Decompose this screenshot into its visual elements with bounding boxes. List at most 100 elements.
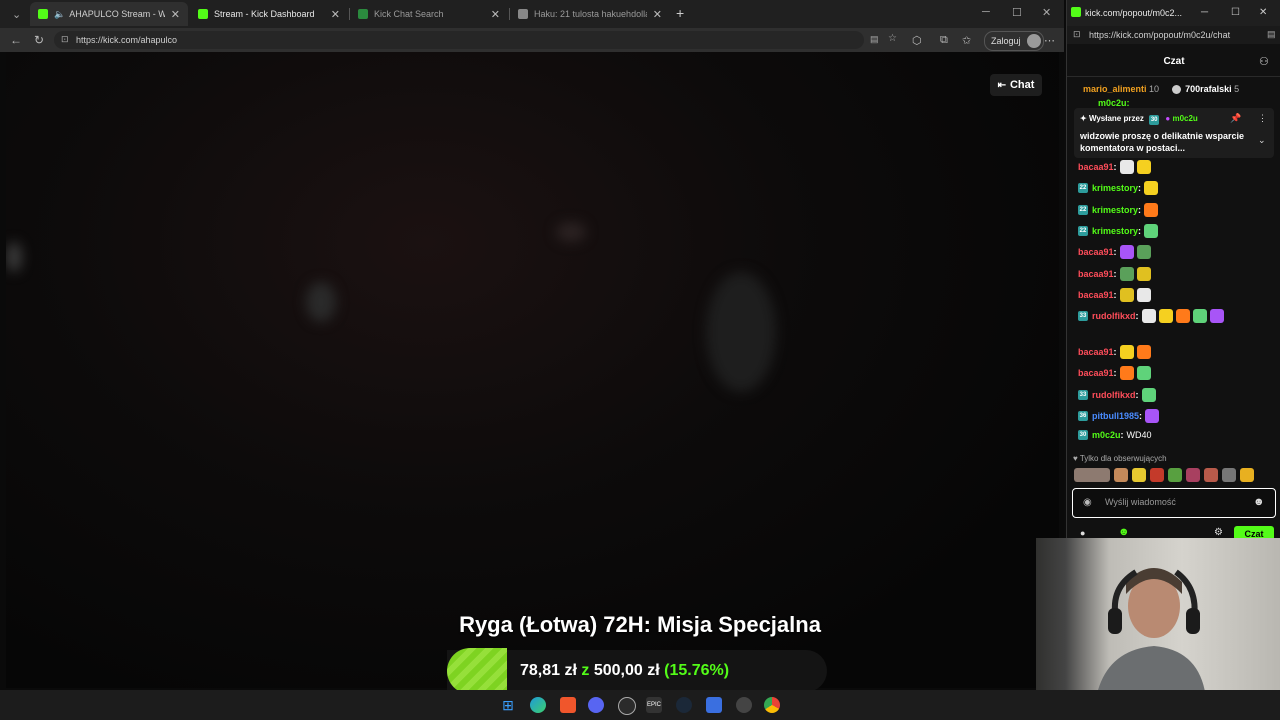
chat-username[interactable]: bacaa91 bbox=[1078, 247, 1114, 257]
chat-username[interactable]: bacaa91 bbox=[1078, 269, 1114, 279]
minimize-icon[interactable]: ─ bbox=[982, 6, 990, 18]
kick-points-icon[interactable]: ☻ bbox=[1118, 526, 1130, 538]
leaderboard-name[interactable]: mario_alimenti bbox=[1083, 84, 1147, 94]
close-window-icon[interactable]: ✕ bbox=[1042, 6, 1051, 19]
chat-username[interactable]: pitbull1985 bbox=[1092, 411, 1139, 421]
chat-settings-gear-icon[interactable]: ⚙ bbox=[1214, 527, 1223, 538]
site-info-icon[interactable]: ⊡ bbox=[61, 34, 69, 45]
chat-emote[interactable] bbox=[1136, 245, 1151, 260]
chat-emote[interactable] bbox=[1144, 223, 1159, 238]
more-menu-icon[interactable]: ⋯ bbox=[1044, 34, 1055, 47]
back-arrow-icon[interactable]: ← bbox=[10, 33, 22, 47]
chat-emote[interactable] bbox=[1141, 387, 1156, 402]
emote[interactable] bbox=[1186, 468, 1200, 482]
emoji-picker-icon[interactable]: ☻ bbox=[1253, 496, 1265, 508]
chat-username[interactable]: krimestory bbox=[1092, 226, 1138, 236]
chat-emote[interactable] bbox=[1144, 181, 1159, 196]
emote[interactable] bbox=[1114, 468, 1128, 482]
chat-emote[interactable] bbox=[1136, 345, 1151, 360]
chat-username[interactable]: rudolfikxd bbox=[1092, 311, 1136, 321]
emote[interactable] bbox=[1204, 468, 1218, 482]
new-tab-button[interactable]: + bbox=[676, 5, 684, 21]
reader-mode-icon[interactable]: ▤ bbox=[1267, 29, 1276, 40]
chat-message-input[interactable] bbox=[1103, 496, 1247, 508]
more-options-icon[interactable]: ⋮ bbox=[1258, 113, 1267, 124]
chat-emote[interactable] bbox=[1119, 366, 1134, 381]
chat-username[interactable]: m0c2u bbox=[1092, 430, 1121, 440]
chat-username[interactable]: bacaa91 bbox=[1078, 290, 1114, 300]
close-tab-icon[interactable]: ✕ bbox=[171, 8, 180, 21]
chat-emote[interactable] bbox=[1144, 202, 1159, 217]
speaker-icon[interactable]: 🔈 bbox=[54, 9, 65, 20]
user-settings-icon[interactable]: ⚇ bbox=[1259, 55, 1269, 68]
close-tab-icon[interactable]: ✕ bbox=[653, 8, 662, 21]
steam-icon[interactable] bbox=[676, 697, 692, 713]
chat-emote[interactable] bbox=[1136, 266, 1151, 281]
chat-username[interactable]: krimestory bbox=[1092, 205, 1138, 215]
chat-emote[interactable] bbox=[1119, 345, 1134, 360]
tab-kick-dashboard[interactable]: Stream - Kick Dashboard ✕ bbox=[190, 2, 348, 26]
reader-mode-icon[interactable]: ▤ bbox=[870, 34, 879, 45]
maximize-icon[interactable]: ☐ bbox=[1012, 6, 1022, 19]
chat-username[interactable]: rudolfikxd bbox=[1092, 390, 1136, 400]
login-profile-button[interactable]: Zaloguj bbox=[984, 31, 1044, 51]
chat-emote[interactable] bbox=[1141, 309, 1156, 324]
chat-emote[interactable] bbox=[1119, 287, 1134, 302]
close-tab-icon[interactable]: ✕ bbox=[331, 8, 340, 21]
chevron-down-icon[interactable]: ⌄ bbox=[1258, 135, 1266, 146]
ubisoft-icon[interactable] bbox=[736, 697, 752, 713]
chat-input-box[interactable]: ◉ ☻ bbox=[1072, 488, 1276, 518]
close-window-icon[interactable]: ✕ bbox=[1259, 7, 1267, 18]
discord-icon[interactable] bbox=[588, 697, 604, 713]
emote[interactable] bbox=[1150, 468, 1164, 482]
chat-emote[interactable] bbox=[1192, 309, 1207, 324]
chat-emote[interactable] bbox=[1175, 309, 1190, 324]
chat-emote[interactable] bbox=[1119, 160, 1134, 174]
chat-emote[interactable] bbox=[1145, 409, 1160, 423]
minimize-icon[interactable]: ─ bbox=[1201, 7, 1208, 18]
points-icon[interactable]: ● bbox=[1080, 528, 1085, 538]
chat-emote[interactable] bbox=[1209, 309, 1224, 324]
chat-username[interactable]: bacaa91 bbox=[1078, 368, 1114, 378]
chat-emote[interactable] bbox=[1136, 160, 1151, 174]
brave-icon[interactable] bbox=[560, 697, 576, 713]
chat-emote[interactable] bbox=[1136, 366, 1151, 381]
site-info-icon[interactable]: ⊡ bbox=[1073, 29, 1081, 40]
edge-icon[interactable] bbox=[530, 697, 546, 713]
emote[interactable] bbox=[1132, 468, 1146, 482]
chat-username[interactable]: krimestory bbox=[1092, 183, 1138, 193]
emote[interactable] bbox=[1168, 468, 1182, 482]
chat-emote[interactable] bbox=[1119, 266, 1134, 281]
chat-emote[interactable] bbox=[1158, 309, 1173, 324]
favorites-icon[interactable]: ✩ bbox=[962, 34, 971, 47]
pin-icon[interactable]: 📌 bbox=[1230, 113, 1241, 124]
chat-username[interactable]: bacaa91 bbox=[1078, 347, 1114, 357]
tab-ahapulco-stream[interactable]: 🔈 AHAPULCO Stream - Watch L ✕ bbox=[30, 2, 188, 26]
emote[interactable] bbox=[1074, 468, 1110, 482]
close-tab-icon[interactable]: ✕ bbox=[491, 8, 500, 21]
chat-emote[interactable] bbox=[1136, 287, 1151, 302]
video-player[interactable] bbox=[6, 52, 1059, 688]
pinned-author[interactable]: m0c2u bbox=[1172, 114, 1197, 123]
chat-emote[interactable] bbox=[1119, 245, 1134, 260]
emote[interactable] bbox=[1222, 468, 1236, 482]
emote[interactable] bbox=[1240, 468, 1254, 482]
url-field[interactable]: ⊡ https://kick.com/ahapulco ▤ ☆ bbox=[54, 31, 897, 49]
tab-search-results[interactable]: Haku: 21 tulosta hakuehdolla "lip... ✕ bbox=[510, 2, 670, 26]
tab-list-chevron-icon[interactable]: ⌄ bbox=[12, 8, 21, 21]
pinned-message[interactable]: ✦ Wysłane przez 30 ● m0c2u 📌 ⋮ widzowie … bbox=[1074, 108, 1274, 158]
chrome-icon[interactable] bbox=[764, 697, 780, 713]
obs-icon[interactable] bbox=[618, 697, 636, 715]
extensions-icon[interactable]: ⬡ bbox=[912, 34, 922, 47]
reload-icon[interactable]: ↻ bbox=[34, 33, 44, 47]
epic-games-icon[interactable]: EPIC bbox=[646, 697, 662, 713]
favorite-star-icon[interactable]: ☆ bbox=[888, 33, 897, 44]
leaderboard-name[interactable]: 700rafalski bbox=[1185, 84, 1232, 94]
app-icon[interactable] bbox=[706, 697, 722, 713]
split-screen-icon[interactable]: ⧉ bbox=[940, 34, 948, 47]
tab-kick-chat-search[interactable]: Kick Chat Search ✕ bbox=[350, 2, 508, 26]
chat-username[interactable]: bacaa91 bbox=[1078, 162, 1114, 172]
chat-toggle-button[interactable]: ⇤ Chat bbox=[990, 74, 1042, 96]
maximize-icon[interactable]: ☐ bbox=[1231, 7, 1240, 18]
windows-start-icon[interactable]: ⊞ bbox=[500, 697, 516, 713]
